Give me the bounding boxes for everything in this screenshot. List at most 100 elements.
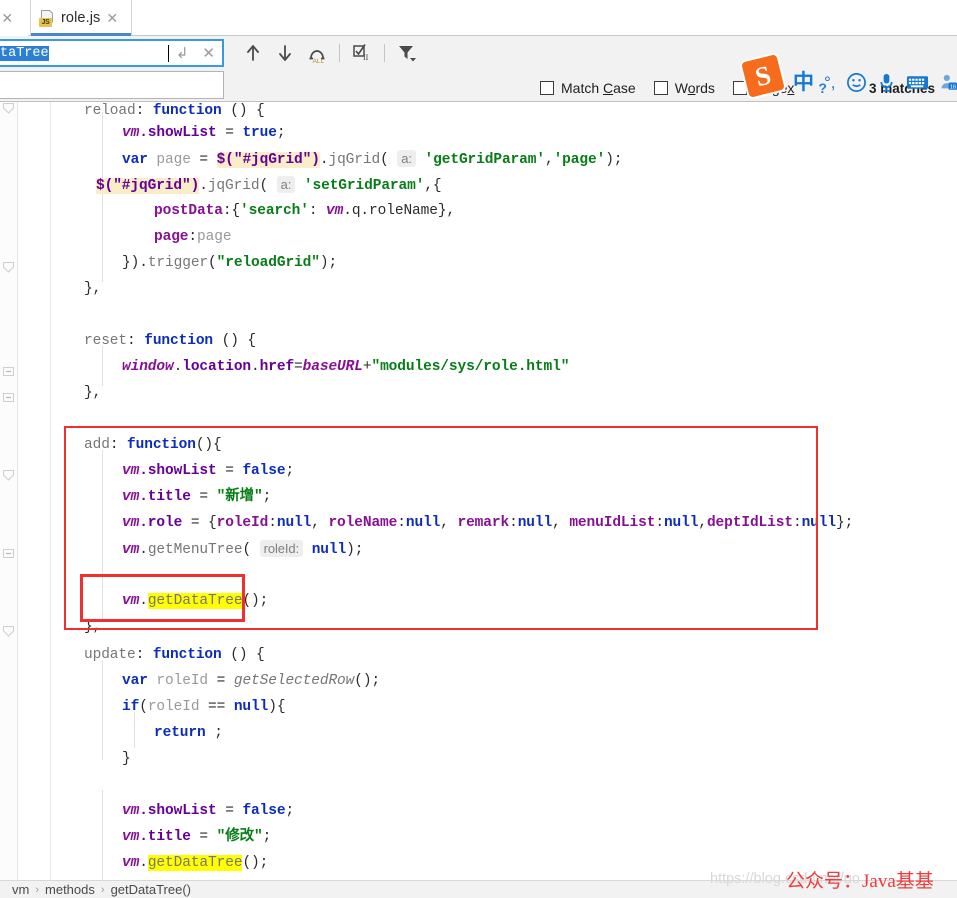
breadcrumb-item-getdatatree[interactable]: getDataTree()	[111, 882, 191, 897]
code-token: .	[139, 593, 148, 609]
code-token: .	[139, 542, 148, 558]
replace-input[interactable]	[0, 71, 224, 99]
code-token: vm	[122, 803, 140, 819]
code-token: .title	[139, 489, 191, 505]
svg-text:ALL: ALL	[313, 58, 325, 64]
keyboard-icon[interactable]	[906, 73, 929, 91]
toolbox-icon[interactable]: 16	[939, 72, 957, 92]
code-token: "新增"	[216, 489, 263, 505]
code-token: :	[268, 515, 277, 531]
code-token: ,	[698, 515, 707, 531]
code-token: null	[517, 515, 553, 531]
code-text-area[interactable]: reload: function () {vm.showList = true;…	[52, 102, 957, 880]
toolbar-separator	[339, 44, 340, 62]
code-editor[interactable]: reload: function () {vm.showList = true;…	[0, 102, 957, 880]
breadcrumb-item-vm[interactable]: vm	[12, 882, 29, 897]
code-token: href	[259, 359, 295, 375]
code-token: :	[127, 333, 145, 349]
code-line: $("#jqGrid").jqGrid( a: 'setGridParam',{	[96, 172, 442, 198]
code-token: :	[109, 437, 128, 453]
code-token: deptIdList	[706, 515, 793, 531]
close-search-icon[interactable]: ✕	[195, 46, 222, 61]
breadcrumb-item-methods[interactable]: methods	[45, 882, 95, 897]
code-token: function	[152, 647, 222, 663]
code-token: :	[655, 515, 664, 531]
fold-minus-icon[interactable]	[2, 391, 15, 404]
microphone-icon[interactable]	[877, 72, 896, 93]
emoji-icon[interactable]	[846, 72, 867, 93]
select-all-occurrences-icon[interactable]: ALL	[302, 39, 332, 67]
code-token: (	[259, 178, 277, 194]
code-token: :{	[222, 203, 241, 219]
code-line: vm.getMenuTree( roleId: null);	[122, 536, 363, 562]
code-token: jqGrid	[328, 152, 381, 168]
tab-role-js[interactable]: JS role.js ✕	[30, 0, 132, 36]
code-token: 'setGridParam'	[303, 178, 425, 194]
code-token: reset	[84, 333, 128, 349]
code-token: };	[835, 515, 854, 531]
code-token: getSelectedRow	[233, 673, 355, 689]
code-token: }).	[122, 255, 148, 271]
code-token: (	[208, 255, 217, 271]
fold-chevron-icon[interactable]	[2, 625, 15, 638]
code-line: }	[122, 746, 131, 772]
wechat-account-watermark: 公众号：Java基基	[786, 871, 934, 892]
code-token: ){	[268, 699, 286, 715]
code-line: reset: function () {	[84, 328, 256, 354]
code-token: .showList	[139, 125, 217, 141]
punctuation-icon[interactable]: °,	[824, 74, 836, 91]
code-token: null	[405, 515, 441, 531]
fold-minus-icon[interactable]	[2, 547, 15, 560]
code-token: );	[346, 542, 364, 558]
code-token: null	[311, 542, 347, 558]
find-next-icon[interactable]	[270, 39, 300, 67]
filter-icon[interactable]	[392, 39, 422, 67]
toolbar-separator	[384, 44, 385, 62]
close-icon[interactable]: ✕	[1, 11, 13, 25]
code-token: .	[173, 359, 183, 375]
code-token: 'search'	[240, 203, 309, 219]
code-token: roleId	[216, 515, 269, 531]
code-token: trigger	[147, 255, 209, 271]
code-token: .q.roleName	[343, 203, 438, 219]
code-token: location	[182, 359, 252, 375]
search-input[interactable]: taTree ↲ ✕	[0, 39, 224, 67]
code-token: getDataTree	[147, 855, 243, 871]
code-token: "reloadGrid"	[216, 255, 320, 271]
fold-minus-icon[interactable]	[2, 365, 15, 378]
match-case-checkbox[interactable]: Match Case	[540, 80, 636, 96]
code-token: ();	[242, 593, 269, 609]
code-token: ();	[354, 673, 381, 689]
checkbox-box	[653, 81, 668, 95]
chevron-right-icon: ›	[35, 883, 40, 896]
code-token: window	[122, 359, 174, 375]
multiline-search-icon[interactable]: II	[347, 39, 377, 67]
code-line: vm.role = {roleId:null, roleName:null, r…	[122, 510, 853, 536]
chinese-mode-icon[interactable]: 中	[793, 72, 814, 93]
code-token: null	[233, 699, 269, 715]
code-token: }	[122, 751, 131, 767]
code-token: vm	[122, 542, 140, 558]
code-token: vm	[122, 593, 140, 609]
words-checkbox[interactable]: Words	[653, 80, 715, 96]
code-token: vm	[122, 463, 140, 479]
code-token: =	[190, 829, 217, 845]
tab-role-js-label: role.js	[61, 10, 101, 26]
fold-chevron-icon[interactable]	[2, 102, 15, 115]
fold-chevron-icon[interactable]	[2, 261, 15, 274]
code-token: (	[242, 542, 260, 558]
search-history-icon[interactable]: ↲	[169, 46, 196, 61]
code-token: .	[139, 855, 148, 871]
code-token: a:	[276, 176, 296, 193]
code-token: .role	[139, 515, 183, 531]
code-token: 'getGridParam'	[424, 152, 546, 168]
code-token: $("#jqGrid")	[96, 178, 200, 194]
code-line: vm.title = "修改";	[122, 824, 271, 850]
find-previous-icon[interactable]	[238, 39, 268, 67]
code-token: :	[135, 647, 153, 663]
close-icon[interactable]: ✕	[106, 11, 118, 25]
editor-gutter[interactable]	[0, 102, 18, 880]
fold-chevron-icon[interactable]	[2, 469, 15, 482]
tab-partial[interactable]: s ✕	[0, 0, 28, 36]
svg-text:II: II	[363, 53, 369, 62]
